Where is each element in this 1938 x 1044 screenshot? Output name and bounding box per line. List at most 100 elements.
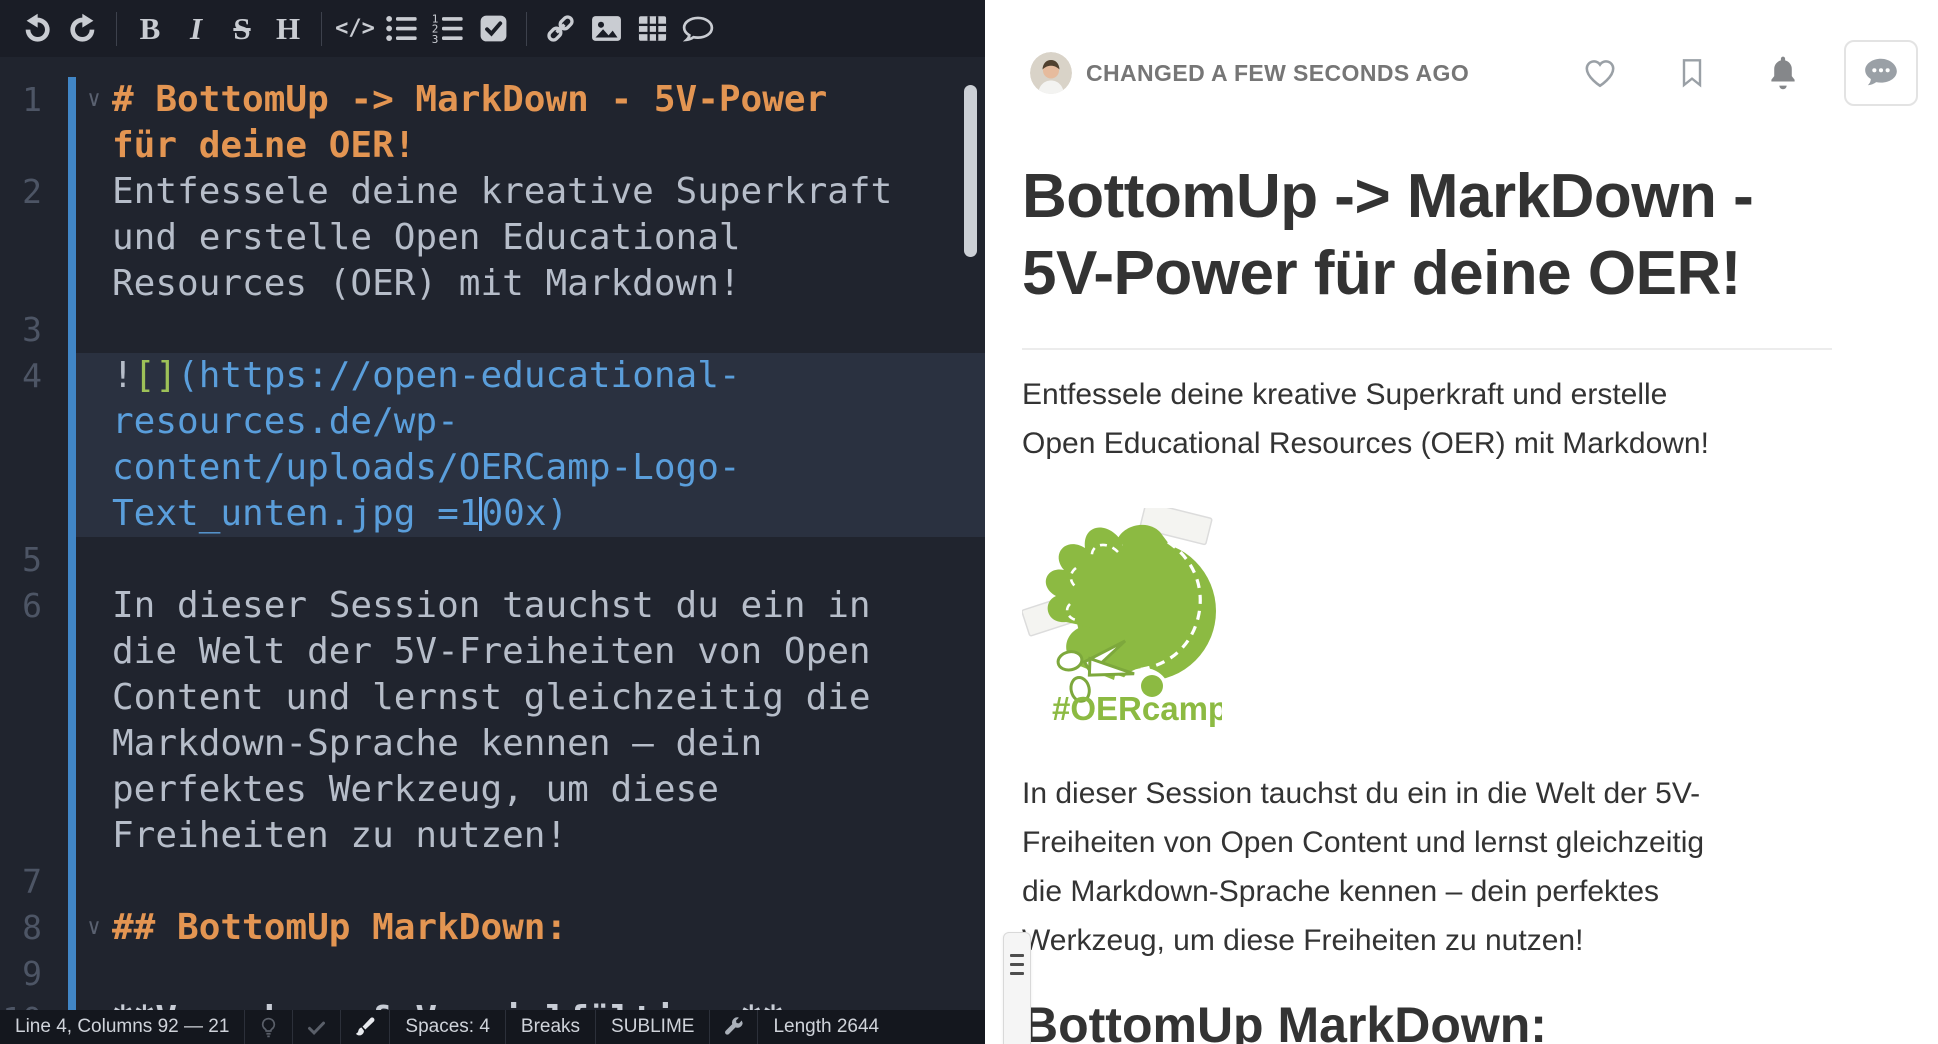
code-line-4-row1[interactable]: 4![](https://open-educational-: [0, 353, 985, 399]
strikethrough-icon[interactable]: S: [219, 8, 265, 50]
fold-gutter: [76, 629, 112, 675]
line-number: [0, 675, 42, 721]
cursor-position-label: Line 4, Columns 92 — 21: [0, 1010, 244, 1044]
lightbulb-icon[interactable]: [258, 1017, 279, 1038]
toc-expand-handle[interactable]: [1003, 932, 1031, 1044]
fold-gutter: [76, 537, 112, 583]
avatar[interactable]: [1030, 52, 1072, 94]
night-mode-toggle[interactable]: [245, 1010, 292, 1044]
code-icon[interactable]: </>: [332, 8, 378, 50]
authorship-bar: [68, 629, 76, 675]
code-text: **Verwahren & Vervielfältigen**: [112, 997, 784, 1010]
checklist-icon[interactable]: [470, 8, 516, 50]
code-line-1-row2[interactable]: für deine OER!: [0, 123, 985, 169]
authorship-bar: [68, 813, 76, 859]
gutter-gap: [42, 261, 68, 307]
note-actions: [1524, 40, 1918, 106]
editor-scrollbar[interactable]: [964, 85, 977, 257]
line-number: [0, 629, 42, 675]
code-line-6-row5[interactable]: perfektes Werkzeug, um diese: [0, 767, 985, 813]
link-icon[interactable]: [537, 8, 583, 50]
code-text: Text_unten.jpg =100x): [112, 491, 568, 537]
bold-icon[interactable]: B: [127, 8, 173, 50]
comment-button[interactable]: [1844, 40, 1918, 106]
code-line-4-row4[interactable]: Text_unten.jpg =100x): [0, 491, 985, 537]
spellcheck-toggle[interactable]: [293, 1010, 340, 1044]
line-number: 6: [0, 583, 42, 629]
code-text: Markdown-Sprache kennen – dein: [112, 721, 762, 767]
image-icon[interactable]: [583, 8, 629, 50]
gutter-gap: [42, 307, 68, 353]
code-text: # BottomUp -> MarkDown - 5V-Power: [112, 77, 827, 123]
code-line-9[interactable]: 9: [0, 951, 985, 997]
gutter-gap: [42, 215, 68, 261]
line-number: 7: [0, 859, 42, 905]
brush-icon[interactable]: [354, 1016, 376, 1038]
bell-icon[interactable]: [1766, 56, 1800, 90]
bookmark-icon[interactable]: [1676, 57, 1708, 89]
code-line-2-row3[interactable]: Resources (OER) mit Markdown!: [0, 261, 985, 307]
note-info-bar: CHANGED A FEW SECONDS AGO: [985, 0, 1938, 106]
authorship-bar: [68, 445, 76, 491]
code-line-6-row6[interactable]: Freiheiten zu nutzen!: [0, 813, 985, 859]
undo-icon[interactable]: [14, 8, 60, 50]
code-line-8[interactable]: 8∨## BottomUp MarkDown:: [0, 905, 985, 951]
redo-icon[interactable]: [60, 8, 106, 50]
code-text: Resources (OER) mit Markdown!: [112, 261, 741, 307]
unordered-list-icon[interactable]: [378, 8, 424, 50]
line-number: 8: [0, 905, 42, 951]
fold-chevron-icon[interactable]: ∨: [76, 77, 112, 123]
title-divider: [1022, 348, 1832, 350]
line-number: [0, 721, 42, 767]
code-text: Freiheiten zu nutzen!: [112, 813, 567, 859]
heart-icon[interactable]: [1582, 55, 1618, 91]
line-number: [0, 215, 42, 261]
brush-toggle[interactable]: [341, 1010, 389, 1044]
wrench-icon[interactable]: [723, 1017, 744, 1038]
indent-setting-label[interactable]: Spaces: 4: [390, 1010, 505, 1044]
code-text: resources.de/wp-: [112, 399, 459, 445]
fold-gutter: [76, 997, 112, 1010]
fold-gutter: [76, 353, 112, 399]
code-line-4-row3[interactable]: content/uploads/OERCamp-Logo-: [0, 445, 985, 491]
toolbar-separator: [116, 12, 117, 46]
toolbar-separator: [526, 12, 527, 46]
authorship-bar: [68, 215, 76, 261]
code-line-3[interactable]: 3: [0, 307, 985, 353]
line-number: 1: [0, 77, 42, 123]
code-line-5[interactable]: 5: [0, 537, 985, 583]
code-line-2-row2[interactable]: und erstelle Open Educational: [0, 215, 985, 261]
code-line-6-row4[interactable]: Markdown-Sprache kennen – dein: [0, 721, 985, 767]
code-line-7[interactable]: 7: [0, 859, 985, 905]
authorship-bar: [68, 767, 76, 813]
code-line-1-row1[interactable]: 1 ∨# BottomUp -> MarkDown - 5V-Power: [0, 77, 985, 123]
authorship-bar: [68, 491, 76, 537]
preferences-button[interactable]: [710, 1010, 757, 1044]
ordered-list-icon[interactable]: 123: [424, 8, 470, 50]
fold-gutter: [76, 169, 112, 215]
code-line-6-row1[interactable]: 6In dieser Session tauchst du ein in: [0, 583, 985, 629]
table-icon[interactable]: [629, 8, 675, 50]
authorship-bar: [68, 399, 76, 445]
code-line-6-row2[interactable]: die Welt der 5V-Freiheiten von Open: [0, 629, 985, 675]
svg-text:3: 3: [431, 33, 438, 45]
code-text: für deine OER!: [112, 123, 415, 169]
code-line-6-row3[interactable]: Content und lernst gleichzeitig die: [0, 675, 985, 721]
code-line-2-row1[interactable]: 2Entfessele deine kreative Superkraft: [0, 169, 985, 215]
code-editor[interactable]: 1∨# BottomUp -> MarkDown - 5V-Powerfür d…: [0, 57, 985, 1010]
fold-chevron-icon[interactable]: ∨: [76, 905, 112, 951]
fold-gutter: [76, 261, 112, 307]
keymap-setting-label[interactable]: SUBLIME: [596, 1010, 709, 1044]
comment-icon[interactable]: [675, 8, 721, 50]
check-icon[interactable]: [306, 1017, 327, 1038]
gutter-gap: [42, 583, 68, 629]
heading-icon[interactable]: H: [265, 8, 311, 50]
editor-pane: BISH</>123 1∨# BottomUp -> MarkDown - 5V…: [0, 0, 985, 1044]
linebreak-setting-label[interactable]: Breaks: [506, 1010, 595, 1044]
code-line-10[interactable]: 10**Verwahren & Vervielfältigen**: [0, 997, 985, 1010]
line-number: 5: [0, 537, 42, 583]
editor-toolbar: BISH </> 123: [0, 0, 985, 57]
gutter-gap: [42, 491, 68, 537]
code-line-4-row2[interactable]: resources.de/wp-: [0, 399, 985, 445]
italic-icon[interactable]: I: [173, 8, 219, 50]
